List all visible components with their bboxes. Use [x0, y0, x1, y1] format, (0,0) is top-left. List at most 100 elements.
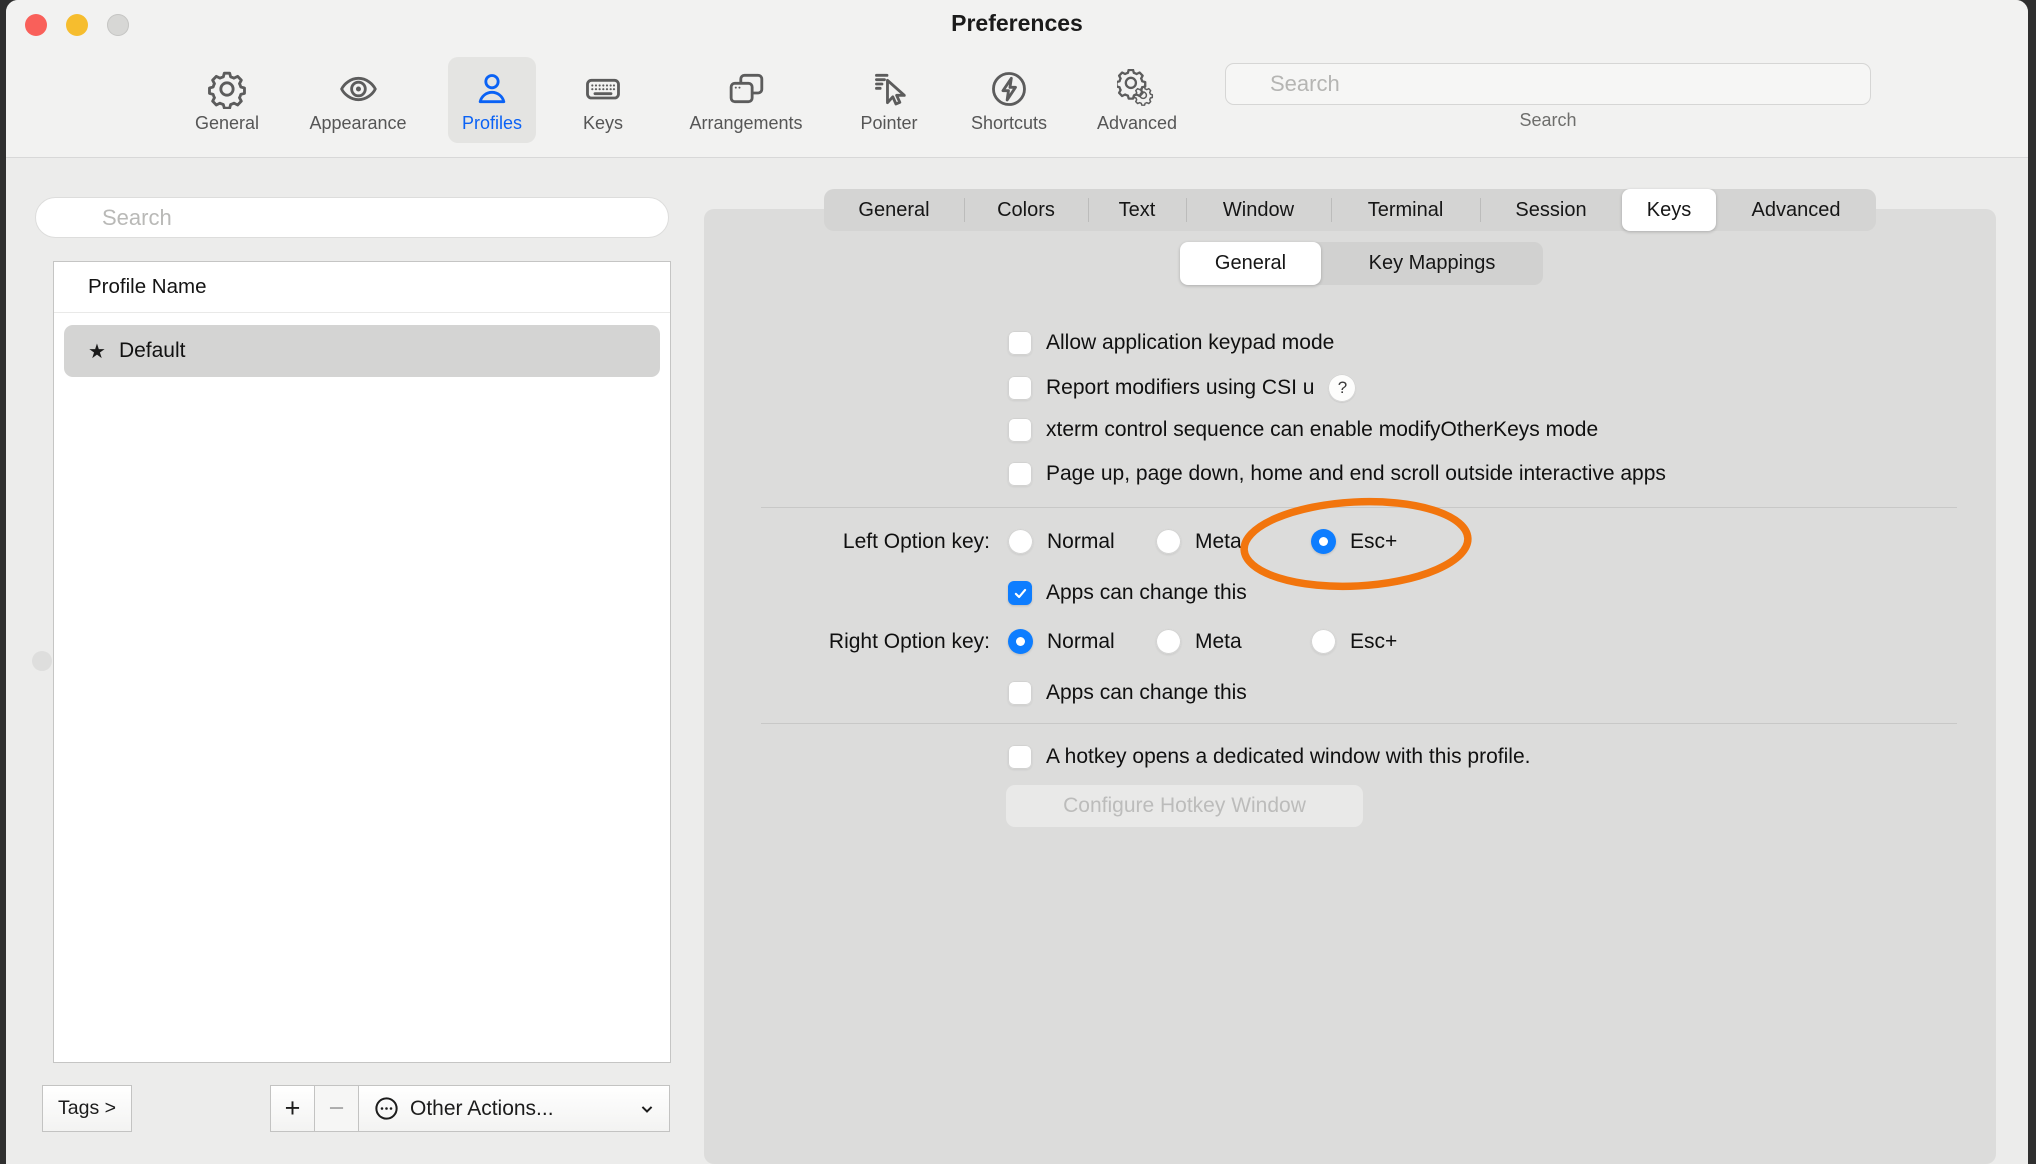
left-option-normal-radio[interactable]: [1008, 529, 1033, 554]
tags-button[interactable]: Tags >: [42, 1085, 132, 1132]
tab-label: Terminal: [1368, 199, 1444, 222]
tab-session[interactable]: Session: [1480, 189, 1622, 231]
help-button[interactable]: ?: [1328, 374, 1356, 402]
remove-profile-button[interactable]: −: [314, 1085, 359, 1132]
checkbox-label: Report modifiers using CSI u: [1046, 376, 1314, 400]
toolbar-item-general[interactable]: General: [181, 57, 273, 143]
plus-icon: +: [285, 1093, 301, 1124]
right-option-normal-radio[interactable]: [1008, 629, 1033, 654]
other-actions-dropdown[interactable]: Other Actions...: [358, 1085, 670, 1132]
hotkey-row: A hotkey opens a dedicated window with t…: [1008, 745, 1530, 769]
minus-icon: −: [329, 1093, 345, 1124]
configure-hotkey-window-button: Configure Hotkey Window: [1006, 785, 1363, 827]
keyboard-icon: [583, 69, 623, 109]
profile-row-default[interactable]: ★ Default: [64, 325, 660, 377]
left-option-meta-radio[interactable]: [1156, 529, 1181, 554]
other-actions-label: Other Actions...: [410, 1097, 554, 1121]
toolbar-item-pointer[interactable]: Pointer: [846, 57, 931, 143]
lightning-icon: [989, 69, 1029, 109]
tab-window[interactable]: Window: [1186, 189, 1331, 231]
question-mark-icon: ?: [1338, 378, 1347, 398]
configure-hotkey-label: Configure Hotkey Window: [1063, 794, 1306, 818]
checkbox-label: Allow application keypad mode: [1046, 331, 1334, 355]
radio-label: Normal: [1047, 630, 1115, 654]
radio-label: Meta: [1195, 630, 1242, 654]
tab-text[interactable]: Text: [1088, 189, 1186, 231]
left-option-esc: Esc+: [1311, 529, 1397, 554]
subtab-key-mappings[interactable]: Key Mappings: [1321, 242, 1543, 285]
eye-icon: [338, 69, 378, 109]
left-option-meta: Meta: [1156, 529, 1242, 554]
right-option-esc-radio[interactable]: [1311, 629, 1336, 654]
toolbar-label: Advanced: [1097, 114, 1177, 132]
titlebar-toolbar: Preferences General Appearance Profiles …: [6, 0, 2028, 158]
right-option-meta-radio[interactable]: [1156, 629, 1181, 654]
checkbox-row-modify-other-keys: xterm control sequence can enable modify…: [1008, 418, 1598, 442]
toolbar-label: Arrangements: [689, 114, 802, 132]
person-icon: [472, 69, 512, 109]
profile-name: Default: [119, 339, 186, 363]
section-divider: [761, 723, 1957, 724]
right-option-normal: Normal: [1008, 629, 1115, 654]
tab-colors[interactable]: Colors: [964, 189, 1088, 231]
toolbar-item-arrangements[interactable]: Arrangements: [675, 57, 816, 143]
checkbox-label: A hotkey opens a dedicated window with t…: [1046, 745, 1530, 769]
circled-ellipsis-icon: [373, 1095, 400, 1122]
left-option-esc-radio[interactable]: [1311, 529, 1336, 554]
tab-label: Keys: [1647, 199, 1691, 222]
gear-icon: [207, 69, 247, 109]
hotkey-window-checkbox[interactable]: [1008, 745, 1032, 769]
toolbar-item-appearance[interactable]: Appearance: [295, 57, 420, 143]
right-option-esc: Esc+: [1311, 629, 1397, 654]
toolbar-search-input[interactable]: [1225, 63, 1871, 105]
toolbar-label: Profiles: [462, 114, 522, 132]
keypad-mode-checkbox[interactable]: [1008, 331, 1032, 355]
modify-other-keys-checkbox[interactable]: [1008, 418, 1032, 442]
right-option-apps-row: Apps can change this: [1008, 681, 1247, 705]
profile-name-column-header: Profile Name: [88, 275, 207, 299]
left-option-apps-row: Apps can change this: [1008, 581, 1247, 605]
profile-settings-panel: [704, 209, 1996, 1164]
cursor-icon: [869, 69, 909, 109]
tab-keys[interactable]: Keys: [1622, 189, 1716, 231]
subtab-general[interactable]: General: [1180, 242, 1321, 285]
section-divider: [761, 507, 1957, 508]
default-star-icon: ★: [88, 339, 106, 364]
tab-label: General: [858, 199, 929, 222]
tab-label: Advanced: [1752, 199, 1841, 222]
tab-label: Text: [1119, 199, 1156, 222]
tab-label: Window: [1223, 199, 1294, 222]
right-apps-can-change-checkbox[interactable]: [1008, 681, 1032, 705]
radio-label: Esc+: [1350, 530, 1397, 554]
chevron-down-icon: [637, 1099, 657, 1119]
toolbar-item-profiles[interactable]: Profiles: [448, 57, 536, 143]
left-option-key-label: Left Option key:: [704, 530, 990, 554]
toolbar-item-keys[interactable]: Keys: [569, 57, 637, 143]
csi-u-checkbox[interactable]: [1008, 376, 1032, 400]
add-profile-button[interactable]: +: [270, 1085, 315, 1132]
checkbox-label: Apps can change this: [1046, 581, 1247, 605]
left-apps-can-change-checkbox[interactable]: [1008, 581, 1032, 605]
profile-search-input[interactable]: [35, 197, 669, 238]
tab-advanced[interactable]: Advanced: [1716, 189, 1876, 231]
profile-tab-bar: General Colors Text Window Terminal Sess…: [824, 189, 1876, 231]
page-scroll-checkbox[interactable]: [1008, 462, 1032, 486]
toolbar-item-advanced[interactable]: Advanced: [1083, 57, 1191, 143]
left-option-normal: Normal: [1008, 529, 1115, 554]
profile-list: Profile Name ★ Default: [53, 261, 671, 1063]
toolbar-item-shortcuts[interactable]: Shortcuts: [957, 57, 1061, 143]
tab-general[interactable]: General: [824, 189, 964, 231]
sidebar-drag-dot: [32, 651, 52, 671]
subtab-label: Key Mappings: [1369, 252, 1496, 275]
tags-button-label: Tags >: [58, 1097, 116, 1120]
window-title: Preferences: [6, 10, 2028, 37]
radio-label: Esc+: [1350, 630, 1397, 654]
toolbar-label: Keys: [583, 114, 623, 132]
checkbox-row-keypad: Allow application keypad mode: [1008, 331, 1334, 355]
tab-terminal[interactable]: Terminal: [1331, 189, 1480, 231]
gears-icon: [1117, 69, 1157, 109]
subtab-label: General: [1215, 252, 1286, 275]
tab-label: Session: [1515, 199, 1586, 222]
checkbox-row-csi-u: Report modifiers using CSI u ?: [1008, 374, 1356, 402]
toolbar-search-caption: Search: [1398, 110, 1698, 131]
